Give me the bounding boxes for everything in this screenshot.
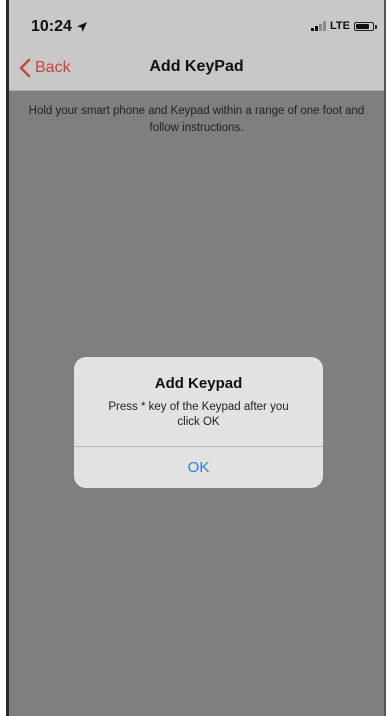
phone-screen: 10:24 LTE Back Add KeyPad Hold your smar… (6, 0, 386, 716)
battery-icon (354, 21, 377, 31)
signal-strength-icon (311, 21, 327, 31)
status-time: 10:24 (31, 18, 72, 35)
add-keypad-alert-dialog: Add Keypad Press * key of the Keypad aft… (74, 357, 323, 488)
alert-message-line-2: click OK (177, 416, 220, 428)
instructions-line-2: follow instructions. (149, 122, 244, 134)
instructions-line-1: Hold your smart phone and Keypad within … (28, 105, 365, 117)
instructions-text: Hold your smart phone and Keypad within … (9, 103, 384, 137)
navigation-bar: Back Add KeyPad (9, 54, 384, 91)
location-arrow-icon (76, 22, 87, 32)
page-title: Add KeyPad (149, 58, 244, 75)
alert-ok-button[interactable]: OK (74, 447, 323, 488)
network-type-label: LTE (330, 20, 350, 32)
status-bar: 10:24 LTE (9, 0, 384, 54)
alert-message-line-1: Press * key of the Keypad after you (108, 401, 289, 413)
status-time-group: 10:24 (31, 18, 88, 36)
alert-message: Press * key of the Keypad after you clic… (84, 400, 313, 430)
status-indicators: LTE (311, 20, 377, 32)
alert-title: Add Keypad (154, 375, 243, 392)
